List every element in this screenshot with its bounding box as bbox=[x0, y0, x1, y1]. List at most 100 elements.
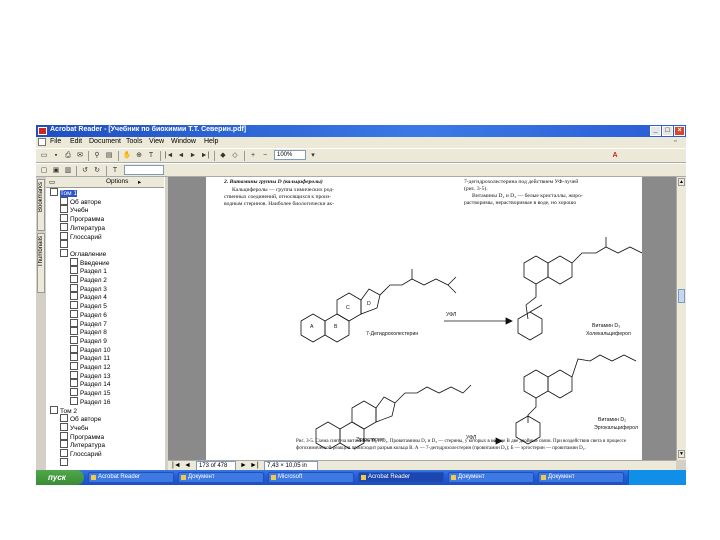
bookmark-item[interactable]: Об авторе bbox=[60, 414, 101, 423]
bookmark-icon[interactable] bbox=[60, 457, 68, 466]
bookmark-icon[interactable] bbox=[70, 370, 78, 379]
zoom-in-icon[interactable]: + bbox=[248, 151, 258, 160]
bookmark-icon[interactable] bbox=[60, 449, 68, 457]
rotate-right-icon[interactable]: ↻ bbox=[92, 166, 102, 175]
search-input[interactable] bbox=[124, 165, 164, 175]
bookmark-icon[interactable] bbox=[60, 431, 68, 440]
bookmark-item[interactable]: Учебн bbox=[60, 422, 88, 432]
options-menu[interactable]: Options bbox=[106, 178, 128, 185]
menu-tools[interactable]: Tools bbox=[126, 138, 142, 145]
menu-window[interactable]: Window bbox=[171, 138, 196, 145]
status-first-page-icon[interactable]: |◄ bbox=[172, 461, 181, 470]
bookmark-item[interactable]: Том 2 bbox=[50, 405, 77, 415]
zoom-dropdown-icon[interactable]: ▾ bbox=[308, 151, 318, 160]
bookmark-icon[interactable] bbox=[70, 318, 78, 327]
hand-tool-icon[interactable]: ✋ bbox=[122, 151, 132, 160]
find-icon[interactable]: T bbox=[110, 166, 120, 175]
scroll-down-icon[interactable]: ▼ bbox=[678, 450, 685, 458]
taskbar-button[interactable]: Документ bbox=[538, 472, 624, 483]
open-icon[interactable]: ▭ bbox=[39, 151, 49, 160]
bookmark-icon[interactable] bbox=[60, 231, 68, 240]
bookmark-icon[interactable] bbox=[60, 414, 68, 423]
taskbar-button[interactable]: Документ bbox=[178, 472, 264, 483]
bookmarks-toggle-icon[interactable]: ▤ bbox=[104, 151, 114, 160]
bookmark-icon[interactable] bbox=[70, 353, 78, 362]
adobe-logo-icon[interactable]: A bbox=[610, 151, 620, 160]
taskbar-button[interactable]: Документ bbox=[448, 472, 534, 483]
bookmark-item[interactable]: Раздел 5 bbox=[70, 301, 107, 310]
bookmark-icon[interactable] bbox=[70, 309, 78, 318]
new-bookmark-icon[interactable]: ▭ bbox=[49, 178, 55, 186]
next-page-icon[interactable]: ► bbox=[188, 151, 198, 160]
zoom-tool-icon[interactable]: ⊕ bbox=[134, 151, 144, 160]
bookmark-icon[interactable] bbox=[70, 344, 78, 353]
rotate-left-icon[interactable]: ↺ bbox=[80, 166, 90, 175]
document-area[interactable]: 2. Витамины группы D (кальциферолы) Каль… bbox=[168, 177, 676, 460]
search-icon[interactable]: ⚲ bbox=[92, 151, 102, 160]
bookmark-icon[interactable] bbox=[70, 379, 78, 388]
bookmark-item[interactable]: Программа bbox=[60, 214, 104, 223]
zoom-out-icon[interactable]: − bbox=[260, 151, 270, 160]
title-bar[interactable]: Acrobat Reader - [Учебник по биохимии Т.… bbox=[36, 125, 686, 137]
bookmark-icon[interactable] bbox=[70, 266, 78, 275]
minimize-button[interactable]: _ bbox=[650, 126, 661, 136]
bookmark-icon[interactable] bbox=[60, 240, 68, 249]
bookmark-item[interactable] bbox=[60, 240, 70, 249]
bookmark-item[interactable]: Литература bbox=[60, 222, 105, 232]
bookmark-item[interactable]: Раздел 14 bbox=[70, 379, 111, 388]
bookmark-icon[interactable] bbox=[60, 205, 68, 214]
bookmark-icon[interactable] bbox=[60, 440, 68, 449]
last-page-icon[interactable]: ►| bbox=[200, 151, 210, 160]
bookmark-item[interactable]: Том 1 bbox=[50, 188, 77, 197]
bookmark-item[interactable]: Литература bbox=[60, 440, 105, 449]
bookmark-item[interactable]: Раздел 11 bbox=[70, 353, 110, 362]
taskbar-button[interactable]: Microsoft bbox=[268, 472, 354, 483]
menu-view[interactable]: View bbox=[149, 138, 164, 145]
bookmark-icon[interactable] bbox=[70, 283, 78, 292]
bookmark-item[interactable]: Раздел 9 bbox=[70, 335, 107, 345]
status-previous-page-icon[interactable]: ◄ bbox=[184, 461, 191, 470]
fit-page-icon[interactable]: ▣ bbox=[51, 166, 61, 175]
taskbar-button[interactable]: Acrobat Reader bbox=[358, 472, 444, 483]
bookmark-icon[interactable] bbox=[70, 396, 78, 405]
tab-bookmarks[interactable]: Bookmarks bbox=[37, 179, 45, 231]
bookmark-icon[interactable] bbox=[50, 405, 58, 414]
go-forward-icon[interactable]: ◇ bbox=[230, 151, 240, 160]
bookmark-item[interactable]: Раздел 7 bbox=[70, 318, 107, 328]
menu-file[interactable]: File bbox=[50, 138, 61, 145]
bookmark-item[interactable]: Глоссарий bbox=[60, 231, 102, 241]
close-button[interactable]: × bbox=[674, 126, 685, 136]
bookmark-item[interactable]: Раздел 15 bbox=[70, 388, 111, 397]
scroll-up-icon[interactable]: ▲ bbox=[678, 178, 685, 186]
taskbar-button[interactable]: Acrobat Reader bbox=[88, 472, 174, 483]
bookmark-item[interactable] bbox=[60, 457, 70, 467]
email-icon[interactable]: ✉ bbox=[75, 151, 85, 160]
print-icon[interactable]: ⎙ bbox=[63, 151, 73, 160]
bookmark-item[interactable]: Раздел 13 bbox=[70, 370, 111, 380]
status-next-page-icon[interactable]: ► bbox=[240, 461, 247, 470]
bookmark-item[interactable]: Раздел 3 bbox=[70, 283, 107, 293]
bookmark-item[interactable]: Глоссарий bbox=[60, 449, 102, 458]
save-icon[interactable]: ▪ bbox=[51, 151, 61, 160]
bookmark-item[interactable]: Учебн bbox=[60, 205, 88, 214]
select-text-icon[interactable]: T bbox=[146, 151, 156, 160]
chevron-down-icon[interactable]: ▸ bbox=[138, 178, 141, 186]
bookmark-item[interactable]: Раздел 10 bbox=[70, 344, 111, 354]
bookmark-item[interactable]: Об авторе bbox=[60, 196, 101, 206]
status-last-page-icon[interactable]: ►| bbox=[250, 461, 259, 470]
bookmark-icon[interactable] bbox=[70, 301, 78, 310]
document-icon[interactable] bbox=[38, 138, 46, 146]
maximize-button[interactable]: □ bbox=[662, 126, 673, 136]
bookmark-icon[interactable] bbox=[70, 292, 78, 301]
bookmark-item[interactable]: Раздел 8 bbox=[70, 327, 107, 336]
go-back-icon[interactable]: ◆ bbox=[218, 151, 228, 160]
menu-edit[interactable]: Edit bbox=[70, 138, 82, 145]
bookmark-icon[interactable] bbox=[70, 362, 78, 370]
start-button[interactable]: пуск bbox=[36, 470, 84, 485]
bookmark-item[interactable]: Раздел 1 bbox=[70, 266, 107, 275]
bookmark-item[interactable]: Раздел 4 bbox=[70, 292, 107, 301]
bookmark-icon[interactable] bbox=[70, 257, 78, 266]
menu-document[interactable]: Document bbox=[89, 138, 121, 145]
bookmark-item[interactable]: Программа bbox=[60, 431, 104, 441]
tab-thumbnails[interactable]: Thumbnails bbox=[37, 233, 45, 293]
